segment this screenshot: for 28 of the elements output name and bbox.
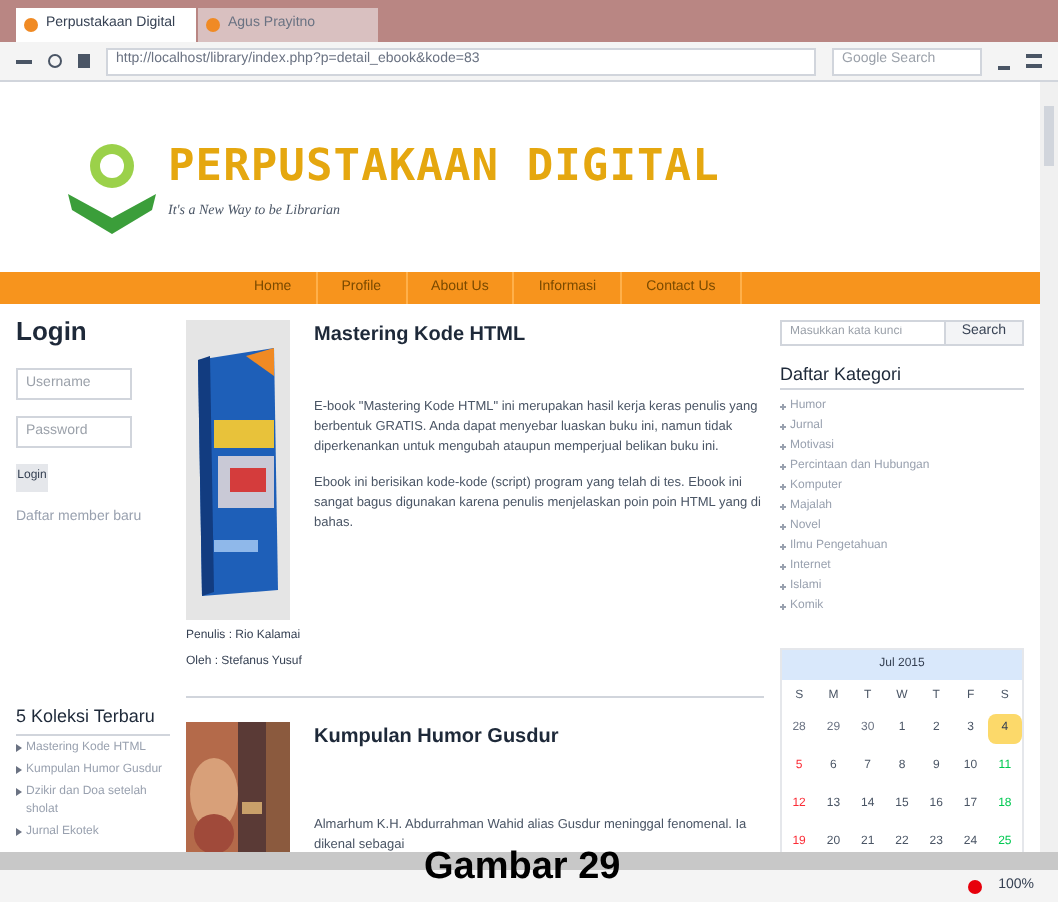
plus-icon [780, 484, 786, 490]
bullet-icon [16, 743, 22, 751]
record-icon[interactable] [968, 879, 983, 893]
plus-icon [780, 584, 786, 590]
bullet-icon [16, 765, 22, 773]
menu-icon[interactable] [1026, 54, 1042, 68]
plus-icon [780, 424, 786, 430]
plus-icon [780, 404, 786, 410]
latest-heading: 5 Koleksi Terbaru [16, 704, 170, 735]
plus-icon [780, 564, 786, 570]
reload-icon[interactable] [48, 54, 62, 68]
category-heading: Daftar Kategori [780, 361, 1024, 390]
book-title: Mastering Kode HTML [314, 322, 528, 350]
plus-icon [780, 524, 786, 530]
login-heading: Login [16, 314, 89, 350]
plus-icon [780, 604, 786, 610]
figure-caption: Gambar 29 [424, 844, 621, 892]
page-icon [24, 18, 38, 32]
site-title: PERPUSTAKAAN DIGITAL [168, 139, 720, 196]
page-icon [206, 18, 220, 32]
vertical-scrollbar[interactable] [1040, 82, 1058, 852]
plus-icon [780, 544, 786, 550]
bullet-icon [16, 787, 22, 795]
plus-icon [780, 444, 786, 450]
plus-icon [780, 504, 786, 510]
book-title: Kumpulan Humor Gusdur [314, 724, 561, 752]
plus-icon [780, 464, 786, 470]
bullet-icon [16, 827, 22, 835]
